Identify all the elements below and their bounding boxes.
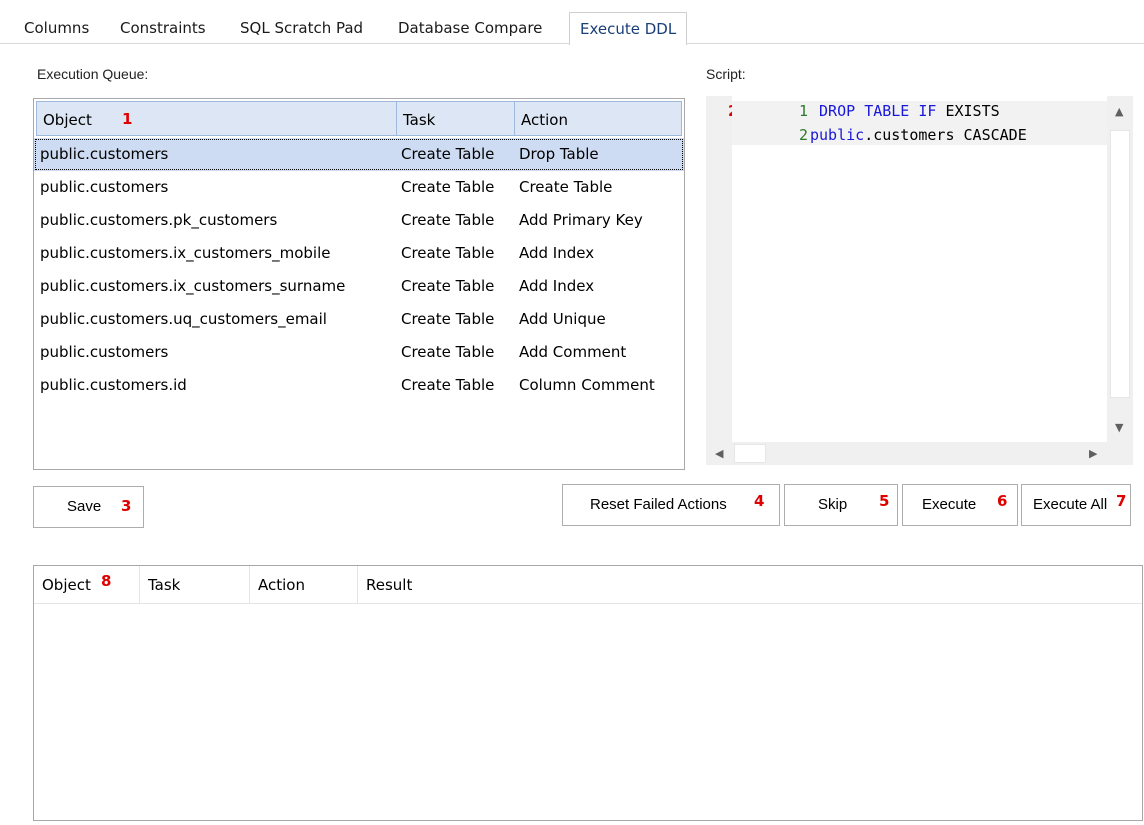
results-grid[interactable]: Object 8 Task Action Result [33,565,1143,821]
results-column-result[interactable]: Result [358,566,478,604]
scroll-right-icon[interactable]: ▶ [1089,448,1097,459]
marker-5: 5 [879,492,890,510]
keyword-drop: DROP [819,102,856,120]
column-header-object[interactable]: Object 1 [36,101,398,136]
keyword-if: IF [918,102,937,120]
tab-database-compare[interactable]: Database Compare [388,12,552,44]
script-editor[interactable]: 2 1 DROP TABLE IF EXISTS 2public.custome… [706,96,1133,465]
queue-row-task: Create Table [401,211,495,229]
column-header-object-label: Object [43,111,92,129]
tab-bar: Columns Constraints SQL Scratch Pad Data… [0,0,1144,45]
queue-row-action: Drop Table [519,145,599,163]
queue-row-object: public.customers.ix_customers_mobile [40,244,331,262]
results-column-object[interactable]: Object 8 [34,566,140,604]
code-line-2: 2 public.customers CASCADE [794,126,1027,144]
editor-gutter: 2 [706,96,738,442]
queue-row-action: Add Comment [519,343,627,361]
execution-queue-label: Execution Queue: [37,66,149,82]
horizontal-scroll-thumb[interactable] [734,444,766,463]
queue-row-action: Add Primary Key [519,211,643,229]
queue-row[interactable]: public.customers.id Create Table Column … [34,369,684,402]
skip-button[interactable]: Skip 5 [784,484,898,526]
marker-1: 1 [122,110,133,128]
queue-row-action: Column Comment [519,376,655,394]
queue-row-object: public.customers [40,145,169,163]
skip-button-label: Skip [818,496,848,513]
code-area[interactable]: 1 DROP TABLE IF EXISTS 2 public.customers… [732,96,1107,442]
queue-header: Object 1 Task Action [34,99,684,138]
queue-row[interactable]: public.customers.uq_customers_email Crea… [34,303,684,336]
marker-4: 4 [754,492,765,510]
save-button-label: Save [67,498,102,515]
execute-all-button[interactable]: Execute All 7 [1021,484,1131,526]
queue-row-object: public.customers.id [40,376,187,394]
queue-row-task: Create Table [401,244,495,262]
reset-failed-actions-button[interactable]: Reset Failed Actions 4 [562,484,780,526]
queue-row-object: public.customers [40,343,169,361]
queue-row-task: Create Table [401,376,495,394]
results-column-object-label: Object [42,576,91,594]
tab-sql-scratch-pad[interactable]: SQL Scratch Pad [230,12,373,44]
queue-row-task: Create Table [401,310,495,328]
execute-button-label: Execute [922,496,977,513]
scroll-up-icon[interactable]: ▲ [1115,106,1123,117]
queue-row[interactable]: public.customers Create Table Add Commen… [34,336,684,369]
queue-row-action: Add Index [519,277,595,295]
column-header-task[interactable]: Task [396,101,516,136]
execute-all-button-label: Execute All [1033,496,1108,513]
save-button[interactable]: Save 3 [33,486,144,528]
keyword-table: TABLE [864,102,910,120]
results-header: Object 8 Task Action Result [34,566,1142,604]
marker-8: 8 [101,572,112,590]
execute-button[interactable]: Execute 6 [902,484,1018,526]
results-column-action[interactable]: Action [250,566,358,604]
reset-failed-actions-label: Reset Failed Actions [590,496,727,513]
keyword-exists: EXISTS [945,102,1000,120]
queue-row-task: Create Table [401,343,495,361]
tab-columns[interactable]: Columns [14,12,99,44]
queue-row[interactable]: public.customers.ix_customers_mobile Cre… [34,237,684,270]
marker-6: 6 [997,492,1008,510]
table-ref: .customers CASCADE [864,126,1027,144]
queue-row-action: Create Table [519,178,613,196]
queue-row-object: public.customers.uq_customers_email [40,310,327,328]
scroll-left-icon[interactable]: ◀ [715,448,723,459]
column-header-action[interactable]: Action [514,101,682,136]
queue-row-task: Create Table [401,178,495,196]
code-line-1: 1 DROP TABLE IF EXISTS [794,102,1000,120]
queue-row[interactable]: public.customers Create Table Drop Table [34,138,684,171]
queue-row-task: Create Table [401,145,495,163]
queue-row-object: public.customers.pk_customers [40,211,278,229]
queue-row-object: public.customers [40,178,169,196]
queue-row[interactable]: public.customers Create Table Create Tab… [34,171,684,204]
queue-row-object: public.customers.ix_customers_surname [40,277,346,295]
line-number: 1 [798,102,808,120]
schema-name: public [810,126,865,144]
marker-7: 7 [1116,492,1127,510]
line-number: 2 [798,126,808,144]
execution-queue-list[interactable]: Object 1 Task Action public.customers Cr… [33,98,685,470]
results-column-task[interactable]: Task [140,566,250,604]
queue-row-action: Add Index [519,244,595,262]
marker-3: 3 [121,497,132,515]
vertical-scroll-thumb[interactable] [1110,130,1130,398]
scroll-down-icon[interactable]: ▼ [1115,422,1123,433]
vertical-scrollbar[interactable]: ▲ ▼ [1107,96,1133,442]
queue-row[interactable]: public.customers.ix_customers_surname Cr… [34,270,684,303]
tab-execute-ddl[interactable]: Execute DDL [569,12,688,45]
horizontal-scrollbar[interactable]: ◀ ▶ [706,442,1107,465]
queue-row-task: Create Table [401,277,495,295]
queue-row[interactable]: public.customers.pk_customers Create Tab… [34,204,684,237]
tab-constraints[interactable]: Constraints [110,12,216,44]
queue-row-action: Add Unique [519,310,606,328]
script-label: Script: [706,66,746,82]
